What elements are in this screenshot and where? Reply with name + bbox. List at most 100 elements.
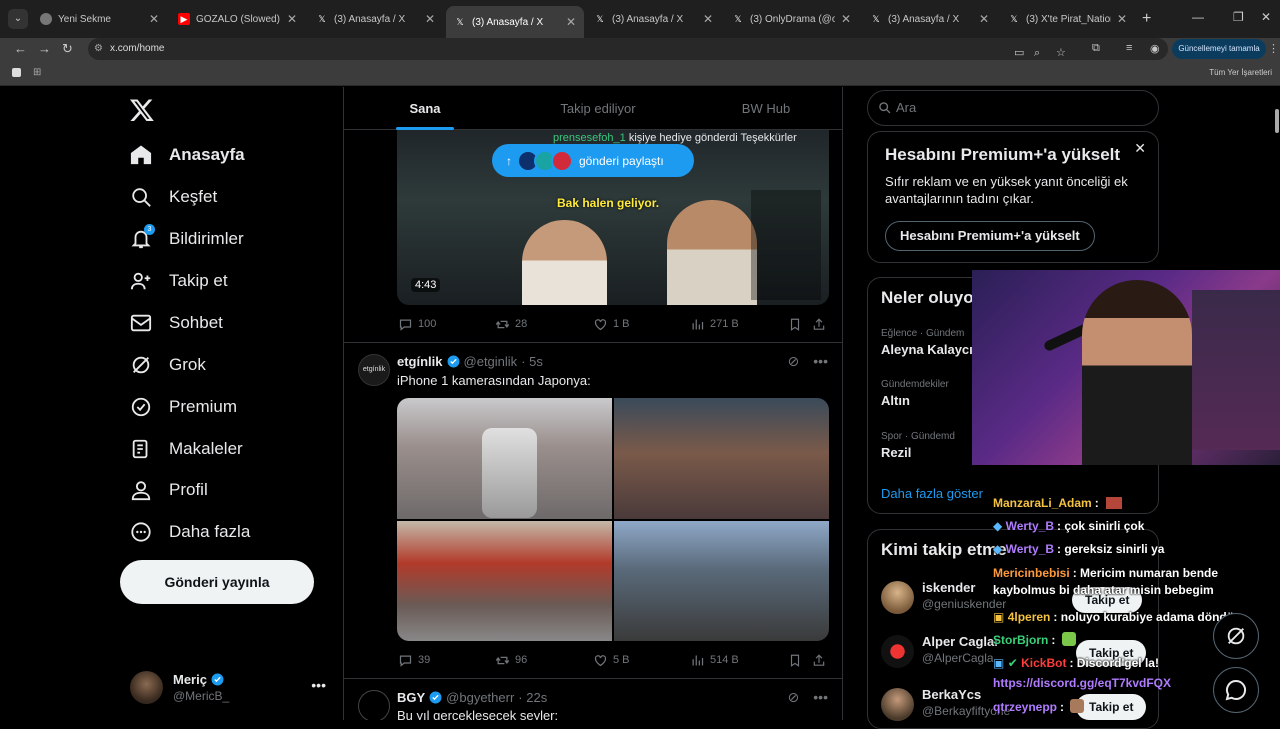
like-button[interactable]: 1 B <box>592 316 630 332</box>
browser-tab[interactable]: 𝕏 (3) X'te Pirat_Nation ✕ <box>1000 6 1135 32</box>
install-icon[interactable]: ▭ <box>1014 42 1024 64</box>
tab-for-you[interactable]: Sana özel <box>396 87 454 159</box>
scrollbar-thumb[interactable] <box>1275 109 1279 133</box>
page-scrollbar[interactable] <box>1274 87 1280 720</box>
like-button[interactable]: 5 B <box>592 652 630 668</box>
repost-button[interactable]: 28 <box>494 316 527 332</box>
grok-icon[interactable]: ⊘ <box>788 353 800 370</box>
update-button[interactable]: Güncellemeyi tamamla <box>1172 39 1266 59</box>
browser-tab[interactable]: 𝕏 (3) Anasayfa / X ✕ <box>862 6 997 32</box>
close-icon[interactable]: ✕ <box>1117 12 1127 26</box>
sidebar-item-premium[interactable]: Premium <box>130 392 237 422</box>
sidebar-item-profile[interactable]: Profil <box>130 475 208 505</box>
close-icon[interactable]: ✕ <box>979 12 989 26</box>
account-switcher[interactable]: Meriç @MericB_ ••• <box>130 669 330 709</box>
bookmark-star-icon[interactable]: ☆ <box>1056 42 1066 64</box>
sidebar-item-follow[interactable]: Takip et <box>130 266 228 296</box>
bookmark-button[interactable] <box>787 652 808 668</box>
close-icon[interactable]: ✕ <box>149 12 159 26</box>
post-author-handle[interactable]: @bgyetherr <box>446 690 514 705</box>
sidebar-item-explore[interactable]: Keşfet <box>130 182 217 212</box>
window-close-icon[interactable]: ✕ <box>1261 10 1271 24</box>
tab-title: (3) Anasayfa / X <box>334 13 406 25</box>
sidebar-item-articles[interactable]: Makaleler <box>130 434 243 464</box>
tab-bw-hub[interactable]: BW Hub <box>736 87 796 130</box>
apps-icon[interactable]: ⊞ <box>33 67 41 78</box>
reply-icon <box>397 652 413 668</box>
restore-icon[interactable]: ❐ <box>1233 10 1244 24</box>
close-icon[interactable]: ✕ <box>1134 140 1146 157</box>
views-button[interactable]: 271 B <box>689 316 739 332</box>
share-button[interactable] <box>811 316 832 332</box>
media-icon[interactable]: ≡ <box>1126 42 1132 54</box>
reload-icon[interactable]: ↻ <box>62 41 73 57</box>
chat-message: : Discord'gel la! <box>1069 656 1159 670</box>
new-tab-icon[interactable]: + <box>1142 10 1151 28</box>
close-icon[interactable]: ✕ <box>703 12 713 26</box>
tab-following[interactable]: Takip ediliyor <box>554 87 642 130</box>
media-image[interactable] <box>397 398 612 519</box>
search-input[interactable]: Ara <box>867 90 1159 126</box>
premium-upgrade-button[interactable]: Hesabını Premium+'a yükselt <box>885 221 1095 251</box>
views-button[interactable]: 514 B <box>689 652 739 668</box>
sidebar-item-notifications[interactable]: 3 Bildirimler <box>130 224 244 254</box>
more-options-icon[interactable]: ••• <box>813 689 828 706</box>
post-author-handle[interactable]: @etginlik <box>464 354 518 369</box>
x-logo-icon[interactable] <box>129 97 155 123</box>
share-button[interactable] <box>811 652 832 668</box>
browser-tab[interactable]: Yeni Sekme ✕ <box>32 6 167 32</box>
reply-button[interactable]: 39 <box>397 652 430 668</box>
post-time[interactable]: · 22s <box>518 690 547 705</box>
media-image[interactable] <box>614 520 829 641</box>
site-info-icon[interactable]: ⚙ <box>94 38 103 60</box>
post-time[interactable]: · 5s <box>521 354 543 369</box>
media-image[interactable] <box>614 398 829 519</box>
reply-icon <box>397 316 413 332</box>
video-person <box>667 200 757 305</box>
sidebar-item-more[interactable]: Daha fazla <box>130 517 250 547</box>
avatar <box>130 671 163 704</box>
browser-tab[interactable]: 𝕏 (3) Anasayfa / X ✕ <box>308 6 443 32</box>
bookmark-button[interactable] <box>787 316 808 332</box>
sidebar-item-chat[interactable]: Sohbet <box>130 308 223 338</box>
grok-icon[interactable]: ⊘ <box>788 689 800 706</box>
avatar[interactable]: etgínlik <box>358 354 390 386</box>
close-icon[interactable]: ✕ <box>566 15 576 29</box>
close-icon[interactable]: ✕ <box>841 12 851 26</box>
browser-tab[interactable]: 𝕏 (3) Anasayfa / X ✕ <box>586 6 721 32</box>
extensions-icon[interactable]: ⧉ <box>1092 42 1100 55</box>
new-posts-pill[interactable]: ↑ gönderi paylaştı <box>492 144 694 177</box>
bookmark-page-icon[interactable] <box>12 68 21 77</box>
address-bar[interactable]: ⚙ x.com/home ▭ ⌕ ☆ <box>88 38 1168 60</box>
browser-tab[interactable]: ▶ GOZALO (Slowed) - YouTu ✕ <box>170 6 305 32</box>
sidebar-item-grok[interactable]: Grok <box>130 350 206 380</box>
close-icon[interactable]: ✕ <box>425 12 435 26</box>
post-author-name[interactable]: BGY <box>397 690 425 705</box>
browser-tab-active[interactable]: 𝕏 (3) Anasayfa / X ✕ <box>446 6 584 38</box>
forward-icon[interactable]: → <box>38 41 51 56</box>
suggestion-name: BerkaYcs <box>922 687 982 702</box>
messages-floating-button[interactable] <box>1213 667 1259 713</box>
post-author-name[interactable]: etgínlik <box>397 354 443 369</box>
tab-search-icon[interactable]: ⌄ <box>8 9 28 29</box>
grok-floating-button[interactable] <box>1213 613 1259 659</box>
video-duration: 4:43 <box>411 278 441 292</box>
back-icon[interactable]: ← <box>14 41 27 56</box>
profile-icon[interactable]: ◉ <box>1150 42 1160 55</box>
repost-button[interactable]: 96 <box>494 652 527 668</box>
post-button[interactable]: Gönderi yayınla <box>120 560 314 604</box>
more-options-icon[interactable]: ••• <box>813 353 828 370</box>
show-more-link[interactable]: Daha fazla göster <box>881 486 983 501</box>
minimize-icon[interactable]: — <box>1192 10 1204 24</box>
browser-menu-icon[interactable]: ⋮ <box>1268 42 1279 55</box>
reply-button[interactable]: 100 <box>397 316 436 332</box>
more-options-icon[interactable]: ••• <box>311 677 326 693</box>
browser-tab[interactable]: 𝕏 (3) OnlyDrama (@onlydra ✕ <box>724 6 859 32</box>
media-image[interactable] <box>397 520 612 641</box>
sidebar-item-home[interactable]: Anasayfa <box>130 140 245 170</box>
avatar[interactable] <box>358 690 390 720</box>
all-bookmarks[interactable]: Tüm Yer İşaretleri <box>1209 68 1272 77</box>
close-icon[interactable]: ✕ <box>287 12 297 26</box>
zoom-icon[interactable]: ⌕ <box>1034 42 1040 64</box>
x-icon: 𝕏 <box>872 14 880 24</box>
